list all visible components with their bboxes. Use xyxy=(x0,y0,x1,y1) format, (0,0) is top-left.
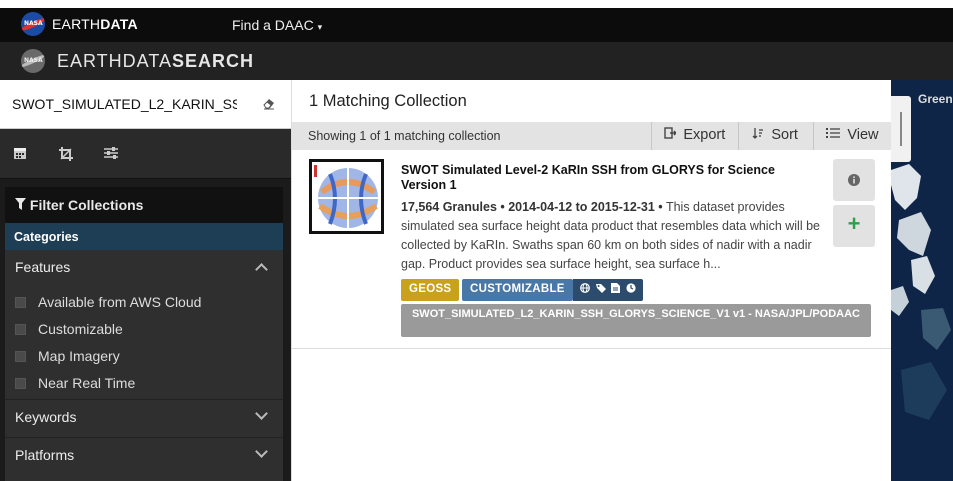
collection-title[interactable]: SWOT Simulated Level-2 KaRIn SSH from GL… xyxy=(401,163,821,193)
sliders-icon[interactable] xyxy=(103,146,121,162)
tags-icon xyxy=(595,283,606,296)
checkbox[interactable] xyxy=(15,324,26,335)
collection-description: 17,564 Granules • 2014-04-12 to 2015-12-… xyxy=(401,198,821,274)
checkbox[interactable] xyxy=(15,351,26,362)
customizable-badge: CUSTOMIZABLE xyxy=(462,279,573,301)
sort-label: Sort xyxy=(771,127,798,143)
sort-button[interactable]: Sort xyxy=(738,122,812,150)
keywords-label: Keywords xyxy=(15,409,77,425)
earthdata-brand[interactable]: EARTHDATA xyxy=(52,16,138,32)
collection-meta: 17,564 Granules • 2014-04-12 to 2015-12-… xyxy=(401,200,663,214)
clock-icon xyxy=(625,283,636,296)
platforms-label: Platforms xyxy=(15,447,75,463)
results-panel: 1 Matching Collection Showing 1 of 1 mat… xyxy=(291,80,892,481)
export-icon xyxy=(664,127,679,142)
app-title-bold: SEARCH xyxy=(172,51,255,71)
add-collection-button[interactable]: + xyxy=(833,205,875,247)
chevron-down-icon xyxy=(255,407,268,420)
filter-header: Filter Collections xyxy=(5,187,283,223)
collection-info-button[interactable] xyxy=(833,159,875,201)
calendar-icon[interactable] xyxy=(13,146,31,162)
results-heading: 1 Matching Collection xyxy=(309,92,467,110)
option-label: Near Real Time xyxy=(38,375,136,391)
export-label: Export xyxy=(683,127,726,143)
results-count: Showing 1 of 1 matching collection xyxy=(308,129,501,143)
features-label: Features xyxy=(15,259,71,275)
feature-option-near-real-time[interactable]: Near Real Time xyxy=(15,375,135,391)
app-title[interactable]: EARTHDATASEARCH xyxy=(57,51,254,72)
feature-option-map-imagery[interactable]: Map Imagery xyxy=(15,348,120,364)
collection-thumbnail xyxy=(309,159,384,234)
categories-header: Categories xyxy=(5,223,283,250)
keywords-section-toggle[interactable]: Keywords xyxy=(5,400,283,437)
view-button[interactable]: View xyxy=(813,122,892,150)
view-label: View xyxy=(847,127,879,143)
brand-light: EARTH xyxy=(52,16,101,32)
app-header: NASA EARTHDATASEARCH xyxy=(0,42,953,80)
map-label-greenland: Green xyxy=(918,92,953,106)
search-input[interactable]: SWOT_SIMULATED_L2_KARIN_SSH_GLORYS_SCIEN… xyxy=(12,96,237,112)
checkbox[interactable] xyxy=(15,378,26,389)
collection-result-item[interactable]: SWOT Simulated Level-2 KaRIn SSH from GL… xyxy=(292,150,892,349)
results-actions-bar: Showing 1 of 1 matching collection Expor… xyxy=(292,122,892,150)
option-label: Customizable xyxy=(38,321,123,337)
option-label: Available from AWS Cloud xyxy=(38,294,202,310)
filter-icon xyxy=(15,197,30,213)
logo-text: NASA xyxy=(24,57,43,64)
feature-icons-badge xyxy=(573,279,643,301)
feature-option-aws-cloud[interactable]: Available from AWS Cloud xyxy=(15,294,201,310)
map-tool-divider xyxy=(900,112,902,146)
nasa-logo-gray[interactable]: NASA xyxy=(21,49,45,73)
filter-collections-panel: Filter Collections Categories Features A… xyxy=(5,187,283,481)
collection-short-name: SWOT_SIMULATED_L2_KARIN_SSH_GLORYS_SCIEN… xyxy=(401,304,871,337)
map-layer-tool[interactable] xyxy=(891,96,911,162)
features-section-toggle[interactable]: Features xyxy=(5,250,283,284)
filter-title: Filter Collections xyxy=(29,197,144,213)
sort-icon xyxy=(752,128,767,142)
nasa-logo[interactable]: NASA xyxy=(21,12,45,36)
option-label: Map Imagery xyxy=(38,348,120,364)
chevron-up-icon xyxy=(255,263,268,276)
export-button[interactable]: Export xyxy=(651,122,737,150)
top-gap xyxy=(0,0,953,8)
app-title-light: EARTHDATA xyxy=(57,51,173,71)
geoss-badge: GEOSS xyxy=(401,279,460,301)
search-tools-bar xyxy=(0,129,291,179)
feature-option-customizable[interactable]: Customizable xyxy=(15,321,123,337)
left-sidebar: SWOT_SIMULATED_L2_KARIN_SSH_GLORYS_SCIEN… xyxy=(0,80,291,481)
file-icon xyxy=(611,283,620,296)
plus-icon: + xyxy=(847,211,861,236)
logo-text: NASA xyxy=(24,20,43,27)
info-icon xyxy=(848,173,860,191)
checkbox[interactable] xyxy=(15,297,26,308)
list-icon xyxy=(826,128,843,142)
earthdata-top-bar: NASA EARTHDATA Find a DAAC ▾ xyxy=(0,8,953,42)
brand-bold: DATA xyxy=(100,16,138,32)
find-daac-dropdown[interactable]: Find a DAAC ▾ xyxy=(232,17,322,33)
platforms-section-toggle[interactable]: Platforms xyxy=(5,438,283,475)
globe-icon xyxy=(580,283,590,296)
chevron-down-icon xyxy=(255,445,268,458)
caret-down-icon: ▾ xyxy=(317,22,323,32)
search-input-container: SWOT_SIMULATED_L2_KARIN_SSH_GLORYS_SCIEN… xyxy=(0,80,291,129)
crop-icon[interactable] xyxy=(58,146,76,162)
find-daac-label: Find a DAAC xyxy=(232,17,314,33)
eraser-icon[interactable] xyxy=(262,96,276,113)
